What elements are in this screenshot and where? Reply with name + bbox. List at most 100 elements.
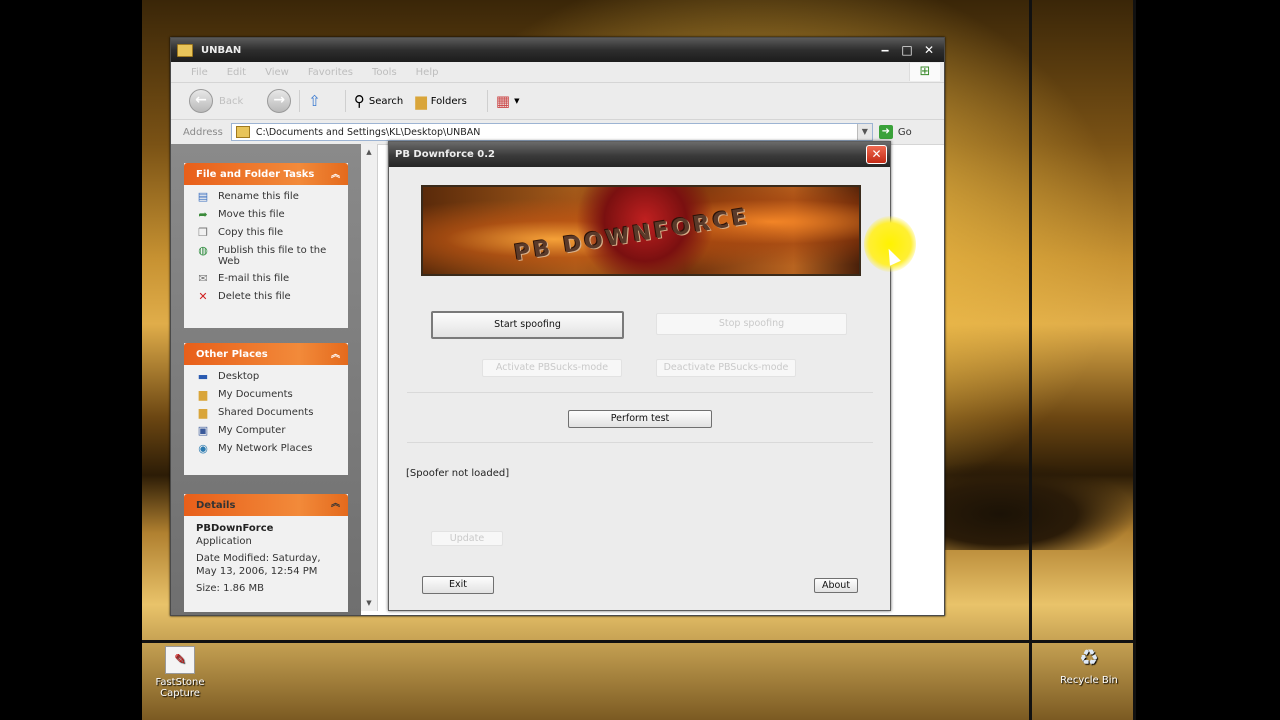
network-icon: ◉ <box>198 442 208 455</box>
start-spoofing-button[interactable]: Start spoofing <box>431 311 624 339</box>
divider-line <box>142 640 1136 643</box>
perform-test-button[interactable]: Perform test <box>568 410 712 428</box>
stop-spoofing-button[interactable]: Stop spoofing <box>656 313 847 335</box>
details-panel: Details ︽ PBDownForce Application Date M… <box>184 494 348 612</box>
folder-icon: ▆ <box>198 388 208 401</box>
menu-tools[interactable]: Tools <box>372 67 397 78</box>
task-publish[interactable]: ◍ Publish this file to the Web <box>196 244 338 268</box>
views-icon: ▦ <box>495 92 511 110</box>
globe-icon: ◍ <box>198 244 208 257</box>
divider-line <box>1133 0 1136 720</box>
menu-help[interactable]: Help <box>416 67 439 78</box>
maximize-button[interactable]: □ <box>898 42 916 58</box>
divider-line <box>1029 0 1032 720</box>
deactivate-pbsucks-button[interactable]: Deactivate PBSucks-mode <box>656 359 796 377</box>
about-button[interactable]: About <box>814 578 858 593</box>
search-button[interactable]: ⚲ Search <box>354 92 403 110</box>
task-label: Delete this file <box>218 291 291 302</box>
address-field[interactable]: C:\Documents and Settings\KL\Desktop\UNB… <box>230 123 873 141</box>
task-delete[interactable]: ✕ Delete this file <box>196 291 338 303</box>
separator <box>407 442 873 443</box>
detail-date-modified: Date Modified: Saturday, May 13, 2006, 1… <box>196 553 321 577</box>
address-value: C:\Documents and Settings\KL\Desktop\UNB… <box>255 126 481 138</box>
collapse-icon[interactable]: ︽ <box>331 347 340 360</box>
task-label: E-mail this file <box>218 273 290 284</box>
toolbar-separator <box>299 90 301 112</box>
up-folder-icon: ⇧ <box>308 92 321 110</box>
pb-downforce-dialog: PB Downforce 0.2 ✕ PB DOWNFORCE Start sp… <box>388 141 891 611</box>
place-label: My Documents <box>218 389 293 400</box>
place-my-computer[interactable]: ▣ My Computer <box>196 425 338 437</box>
rename-icon: ▤ <box>197 190 209 203</box>
details-header[interactable]: Details ︽ <box>184 494 348 516</box>
toolbar-separator <box>486 90 488 112</box>
task-email[interactable]: ✉ E-mail this file <box>196 273 338 285</box>
chevron-down-icon[interactable]: ▼ <box>856 124 872 140</box>
back-button[interactable]: ← <box>189 89 213 113</box>
folder-icon <box>235 126 250 138</box>
menu-bar: File Edit View Favorites Tools Help ⊞ <box>171 62 944 83</box>
task-copy[interactable]: ❐ Copy this file <box>196 227 338 239</box>
go-button[interactable]: ➜ Go <box>878 125 912 139</box>
address-label: Address <box>183 126 223 138</box>
windows-logo-icon: ⊞ <box>909 63 940 81</box>
back-arrow-icon: ← <box>195 92 207 108</box>
close-button[interactable]: ✕ <box>920 42 938 58</box>
collapse-icon[interactable]: ︽ <box>331 167 340 180</box>
desktop-icon-label: FastStone Capture <box>155 677 205 699</box>
folders-button[interactable]: ▆ Folders <box>415 92 467 110</box>
minimize-button[interactable]: ‒ <box>876 42 894 58</box>
wallpaper-rocks <box>942 460 1136 550</box>
other-places-panel: Other Places ︽ ▬ Desktop ▆ My Documents ▆ S… <box>184 343 348 475</box>
email-icon: ✉ <box>198 272 208 285</box>
window-title: UNBAN <box>201 44 242 56</box>
toolbar: ← Back → ⇧ ⚲ Search ▆ Folders ▦ ▼ <box>171 83 944 120</box>
file-tasks-header[interactable]: File and Folder Tasks ︽ <box>184 163 348 185</box>
forward-button[interactable]: → <box>267 89 292 113</box>
desktop-icon-faststone[interactable]: ✎ FastStone Capture <box>145 646 215 699</box>
task-rename[interactable]: ▤ Rename this file <box>196 191 338 203</box>
place-network[interactable]: ◉ My Network Places <box>196 443 338 455</box>
explorer-titlebar[interactable]: UNBAN <box>171 38 944 62</box>
menu-file[interactable]: File <box>191 67 208 78</box>
scroll-down-icon[interactable]: ▼ <box>363 597 375 609</box>
detail-file-type: Application <box>196 536 252 547</box>
activate-pbsucks-button[interactable]: Activate PBSucks-mode <box>482 359 622 377</box>
spoofer-status-text: [Spoofer not loaded] <box>406 468 510 479</box>
task-label: Copy this file <box>218 227 284 238</box>
place-label: My Computer <box>218 425 286 436</box>
exit-button[interactable]: Exit <box>422 576 494 594</box>
menu-favorites[interactable]: Favorites <box>308 67 353 78</box>
forward-arrow-icon: → <box>273 92 286 108</box>
folder-icon <box>177 43 193 57</box>
dialog-titlebar[interactable]: PB Downforce 0.2 <box>389 142 890 167</box>
scroll-up-icon[interactable]: ▲ <box>363 146 375 158</box>
folders-label: Folders <box>430 95 467 107</box>
place-shared-documents[interactable]: ▆ Shared Documents <box>196 407 338 419</box>
update-button[interactable]: Update <box>431 531 503 546</box>
vertical-scrollbar[interactable]: ▲ ▼ <box>361 144 378 611</box>
up-folder-button[interactable]: ⇧ <box>308 92 325 110</box>
recycle-bin-icon: ♻ <box>1079 646 1099 671</box>
dialog-close-button[interactable]: ✕ <box>866 145 887 164</box>
search-label: Search <box>368 95 404 107</box>
menu-edit[interactable]: Edit <box>227 67 246 78</box>
pb-downforce-banner: PB DOWNFORCE <box>421 185 861 276</box>
computer-icon: ▣ <box>197 424 209 437</box>
delete-icon: ✕ <box>198 290 208 303</box>
faststone-icon: ✎ <box>165 646 195 674</box>
collapse-icon[interactable]: ︽ <box>331 498 340 511</box>
views-button[interactable]: ▦ ▼ <box>496 92 520 110</box>
dialog-title: PB Downforce 0.2 <box>395 149 496 160</box>
toolbar-separator <box>344 90 346 112</box>
task-move[interactable]: ➦ Move this file <box>196 209 338 221</box>
panel-title: Details <box>196 499 236 511</box>
back-label: Back <box>219 95 244 107</box>
desktop-icon: ▬ <box>197 370 209 383</box>
desktop-icon-recycle-bin[interactable]: ♻ Recycle Bin <box>1054 646 1124 686</box>
place-desktop[interactable]: ▬ Desktop <box>196 371 338 383</box>
place-my-documents[interactable]: ▆ My Documents <box>196 389 338 401</box>
menu-view[interactable]: View <box>265 67 289 78</box>
banner-logo-text: PB DOWNFORCE <box>512 204 752 267</box>
other-places-header[interactable]: Other Places ︽ <box>184 343 348 365</box>
